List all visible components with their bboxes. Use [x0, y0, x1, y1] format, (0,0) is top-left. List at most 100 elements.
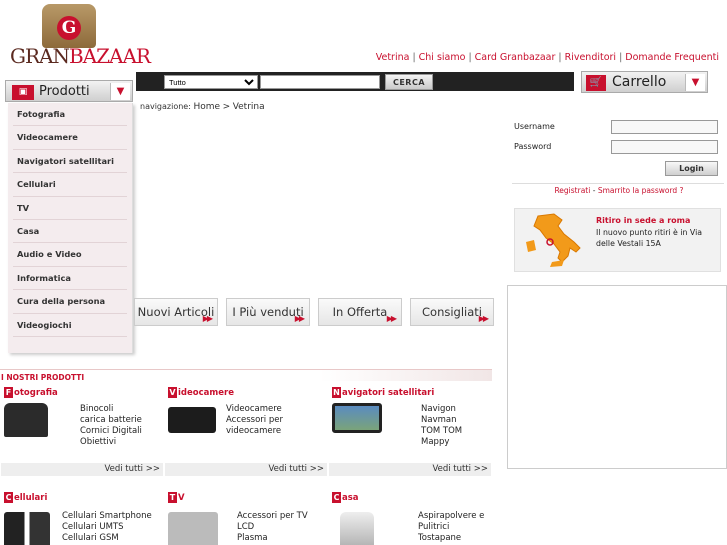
double-arrow-icon: ▶▶ — [294, 314, 305, 323]
category-title[interactable]: Casa — [332, 492, 359, 503]
category-link[interactable]: Plasma — [237, 533, 308, 544]
tab-consigliati[interactable]: Consigliati ▶▶ — [410, 298, 494, 326]
sidebar-item-cura-persona[interactable]: Cura della persona — [13, 290, 127, 314]
logo-letter: G — [57, 16, 81, 40]
category-fotografia: Fotografia Binocoli carica batterie Corn… — [0, 385, 164, 476]
category-link[interactable]: Pulitrici — [418, 522, 484, 533]
category-link[interactable]: Accessori per TV — [237, 511, 308, 522]
category-link[interactable]: Cellulari Smartphone — [62, 511, 152, 522]
category-link[interactable]: Navman — [421, 415, 462, 426]
breadcrumb-current: Vetrina — [232, 102, 265, 112]
category-link[interactable]: Binocoli — [80, 404, 142, 415]
camera-bag-image[interactable] — [4, 403, 48, 437]
tv-accessories-image[interactable] — [168, 512, 218, 545]
category-link[interactable]: Aspirapolvere e — [418, 511, 484, 522]
category-casa: Casa Aspirapolvere e Pulitrici Tostapane — [328, 490, 492, 545]
username-label: Username — [514, 122, 555, 131]
pickup-description: Il nuovo punto ritiri è in Via delle Ves… — [596, 228, 703, 248]
category-link[interactable]: Videocamere — [226, 404, 283, 415]
cart-icon: 🛒 — [586, 75, 606, 91]
category-title[interactable]: Cellulari — [4, 492, 47, 503]
category-link[interactable]: Cellulari GSM — [62, 533, 152, 544]
sidebar-item-navigatori[interactable]: Navigatori satellitari — [13, 150, 127, 174]
category-links: Navigon Navman TOM TOM Mappy — [421, 404, 462, 448]
nav-rivenditori[interactable]: Rivenditori — [565, 52, 616, 63]
search-input[interactable] — [260, 75, 380, 89]
register-links: Registrati - Smarrito la password ? — [512, 186, 726, 195]
sidebar-item-cellulari[interactable]: Cellulari — [13, 173, 127, 197]
sidebar-item-videocamere[interactable]: Videocamere — [13, 126, 127, 150]
category-link[interactable]: Accessori per — [226, 415, 283, 426]
category-link[interactable]: Obiettivi — [80, 437, 142, 448]
see-all-link[interactable]: Vedi tutti >> — [329, 463, 491, 476]
top-nav: Vetrina | Chi siamo | Card Granbazaar | Rivend… — [375, 52, 719, 63]
sidebar-item-tv[interactable]: TV — [13, 197, 127, 220]
category-tv: TV Accessori per TV LCD Plasma — [164, 490, 328, 545]
forgot-password-link[interactable]: Smarrito la password ? — [598, 186, 684, 195]
products-section-title: I NOSTRI PRODOTTI — [1, 373, 85, 382]
nav-chi-siamo[interactable]: Chi siamo — [419, 52, 466, 63]
category-links: Videocamere Accessori per videocamere — [226, 404, 283, 437]
cart-button[interactable]: 🛒 Carrello ▼ — [581, 71, 708, 93]
category-videocamere: Videocamere Videocamere Accessori per vi… — [164, 385, 328, 476]
category-title[interactable]: TV — [168, 492, 185, 503]
divider — [512, 183, 724, 184]
sidebar: Fotografia Videocamere Navigatori satell… — [8, 103, 133, 353]
double-arrow-icon: ▶▶ — [386, 314, 397, 323]
nav-card[interactable]: Card Granbazaar — [475, 52, 556, 63]
cart-label: Carrello — [612, 74, 667, 90]
products-section-header: I NOSTRI PRODOTTI — [0, 369, 492, 382]
tab-piu-venduti[interactable]: I Più venduti ▶▶ — [226, 298, 310, 326]
category-link[interactable]: Navigon — [421, 404, 462, 415]
category-title[interactable]: Videocamere — [168, 387, 234, 398]
username-field[interactable] — [611, 120, 718, 134]
camera-icon: ▣ — [12, 85, 34, 100]
pickup-banner[interactable]: Ritiro in sede a roma Il nuovo punto rit… — [514, 208, 721, 272]
category-link[interactable]: TOM TOM — [421, 426, 462, 437]
search-button[interactable]: CERCA — [385, 74, 433, 90]
category-link[interactable]: videocamere — [226, 426, 283, 437]
tab-in-offerta[interactable]: In Offerta ▶▶ — [318, 298, 402, 326]
see-all-link[interactable]: Vedi tutti >> — [1, 463, 163, 476]
register-link[interactable]: Registrati — [554, 186, 590, 195]
phones-image[interactable] — [4, 512, 50, 545]
right-banner-box — [507, 285, 727, 469]
category-title[interactable]: Navigatori satellitari — [332, 387, 434, 398]
breadcrumb-home[interactable]: Home — [193, 102, 220, 112]
password-field[interactable] — [611, 140, 718, 154]
login-button[interactable]: Login — [665, 161, 718, 176]
login-form: Username Password Login — [512, 120, 724, 184]
double-arrow-icon: ▶▶ — [202, 314, 213, 323]
tab-nuovi-articoli[interactable]: Nuovi Articoli ▶▶ — [134, 298, 218, 326]
products-menu-label: Prodotti — [39, 84, 90, 99]
gps-image[interactable] — [332, 403, 382, 433]
double-arrow-icon: ▶▶ — [478, 314, 489, 323]
see-all-link[interactable]: Vedi tutti >> — [165, 463, 327, 476]
category-link[interactable]: Cellulari UMTS — [62, 522, 152, 533]
category-link[interactable]: Cornici Digitali — [80, 426, 142, 437]
products-menu-button[interactable]: ▣ Prodotti ▼ — [5, 80, 133, 102]
category-links: Accessori per TV LCD Plasma — [237, 511, 308, 544]
logo-text: GRANBAZAAR — [10, 44, 151, 68]
sidebar-item-casa[interactable]: Casa — [13, 220, 127, 244]
chevron-down-icon: ▼ — [685, 74, 705, 91]
category-select[interactable]: Tutto — [164, 75, 258, 89]
logo[interactable]: G GRANBAZAAR — [10, 4, 151, 68]
category-link[interactable]: Tostapane — [418, 533, 484, 544]
camcorder-image[interactable] — [168, 407, 216, 433]
pickup-title: Ritiro in sede a roma — [596, 216, 691, 225]
nav-vetrina[interactable]: Vetrina — [376, 52, 410, 63]
kettle-image[interactable] — [340, 512, 374, 545]
category-link[interactable]: LCD — [237, 522, 308, 533]
sidebar-item-fotografia[interactable]: Fotografia — [13, 103, 127, 127]
category-title[interactable]: Fotografia — [4, 387, 58, 398]
sidebar-item-informatica[interactable]: Informatica — [13, 267, 127, 291]
sidebar-item-audio-video[interactable]: Audio e Video — [13, 243, 127, 267]
nav-faq[interactable]: Domande Frequenti — [625, 52, 719, 63]
page: G GRANBAZAAR Vetrina | Chi siamo | Card Gran… — [0, 0, 727, 545]
sidebar-item-videogiochi[interactable]: Videogiochi — [13, 314, 127, 337]
category-link[interactable]: Mappy — [421, 437, 462, 448]
category-link[interactable]: carica batterie — [80, 415, 142, 426]
breadcrumb: navigazione: Home > Vetrina — [140, 102, 265, 112]
category-cellulari: Cellulari Cellulari Smartphone Cellulari… — [0, 490, 164, 545]
